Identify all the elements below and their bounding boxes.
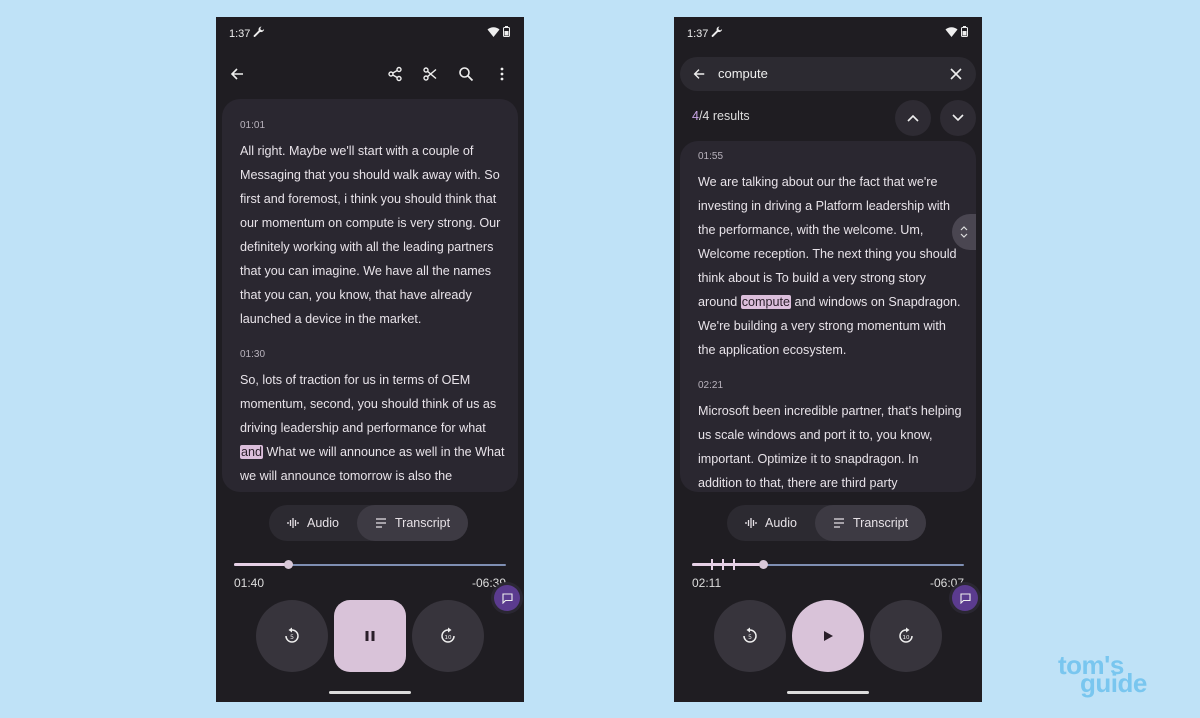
chat-bubble-button[interactable] — [952, 585, 978, 611]
chat-icon — [959, 592, 971, 604]
segment-text: We are talking about our the fact that w… — [698, 170, 964, 362]
elapsed-time: 01:40 — [234, 576, 265, 590]
progress-thumb[interactable] — [758, 560, 768, 569]
audio-tab-label: Audio — [765, 516, 797, 530]
segment-timestamp: 01:01 — [240, 120, 266, 131]
text-lines-icon — [833, 518, 844, 528]
play-icon — [824, 631, 833, 641]
recorder-search-screen: 1:37 compute 4/4 results 01:55 We are ta… — [674, 17, 982, 702]
svg-text:5: 5 — [748, 634, 752, 641]
forward-10-button[interactable]: 10 — [412, 600, 484, 672]
previous-result-button[interactable] — [895, 100, 931, 136]
toms-guide-logo: tom's guide — [1050, 650, 1180, 702]
chat-icon — [501, 592, 513, 604]
search-bar[interactable]: compute — [680, 57, 976, 91]
result-current: 4 — [692, 109, 699, 123]
elapsed-time: 02:11 — [692, 576, 722, 590]
search-highlight: and — [240, 445, 264, 459]
pause-icon — [365, 631, 375, 641]
play-button[interactable] — [792, 600, 864, 672]
audio-tab[interactable]: Audio — [727, 505, 815, 541]
wifi-icon — [945, 26, 958, 38]
search-match-marker — [711, 559, 714, 570]
status-time: 1:37 — [229, 28, 251, 40]
segment-timestamp: 02:21 — [698, 380, 724, 391]
search-highlight: compute — [740, 295, 792, 309]
transcript-tab[interactable]: Transcript — [814, 505, 927, 541]
view-toggle: Audio Transcript — [269, 505, 469, 541]
search-icon[interactable] — [454, 62, 478, 86]
wrench-icon — [252, 25, 266, 39]
clear-search-icon[interactable] — [944, 62, 968, 86]
result-total: /4 results — [698, 109, 750, 123]
transcript-segment: 02:21 Microsoft been incredible partner,… — [680, 380, 976, 492]
transcript-tab-label: Transcript — [852, 516, 909, 530]
chat-bubble-button[interactable] — [494, 585, 520, 611]
search-match-marker — [732, 559, 735, 570]
drag-handle-icon — [960, 226, 968, 238]
forward-10-button[interactable]: 10 — [870, 600, 942, 672]
transcript-card: 01:55 We are talking about our the fact … — [680, 141, 976, 492]
progress-fill — [234, 563, 289, 566]
segment-text: So, lots of traction for us in terms of … — [240, 368, 506, 488]
scissors-icon[interactable] — [418, 62, 442, 86]
rewind-5-button[interactable]: 5 — [714, 600, 786, 672]
audio-tab[interactable]: Audio — [269, 505, 357, 541]
forward-10-icon: 10 — [441, 627, 455, 643]
segment-text-after: What we will announce as well in the Wha… — [240, 445, 505, 483]
battery-icon — [503, 26, 510, 37]
search-results-count: 4/4 results — [692, 109, 750, 123]
audio-tab-label: Audio — [307, 516, 339, 530]
transcript-card: 01:01 All right. Maybe we'll start with … — [222, 99, 518, 492]
transcript-segment: 01:01 All right. Maybe we'll start with … — [222, 120, 518, 331]
battery-icon — [961, 26, 968, 37]
view-toggle: Audio Transcript — [727, 505, 927, 541]
more-options-icon[interactable] — [490, 62, 514, 86]
progress-fill — [692, 563, 763, 566]
svg-text:5: 5 — [290, 634, 294, 641]
status-time: 1:37 — [687, 28, 709, 40]
transcript-segment: 01:55 We are talking about our the fact … — [680, 151, 976, 362]
home-indicator — [787, 691, 869, 694]
waveform-icon — [745, 518, 757, 528]
segment-text: All right. Maybe we'll start with a coup… — [240, 144, 501, 326]
search-query[interactable]: compute — [718, 66, 768, 81]
segment-timestamp: 01:55 — [698, 151, 724, 162]
search-match-marker — [721, 559, 724, 570]
progress-thumb[interactable] — [284, 560, 294, 569]
replay-5-icon: 5 — [743, 627, 757, 643]
svg-text:10: 10 — [445, 635, 452, 641]
rewind-5-button[interactable]: 5 — [256, 600, 328, 672]
playback-progress[interactable] — [234, 560, 506, 569]
status-bar: 1:37 — [216, 17, 524, 51]
segment-text-before: We are talking about our the fact that w… — [698, 175, 957, 309]
transcript-tab-label: Transcript — [394, 516, 451, 530]
replay-5-icon: 5 — [285, 627, 299, 643]
text-lines-icon — [375, 518, 386, 528]
next-result-button[interactable] — [940, 100, 976, 136]
svg-text:10: 10 — [903, 635, 910, 641]
home-indicator — [329, 691, 411, 694]
playback-progress[interactable] — [692, 559, 964, 570]
forward-10-icon: 10 — [899, 627, 913, 643]
segment-text: Microsoft been incredible partner, that'… — [698, 404, 962, 490]
segment-timestamp: 01:30 — [240, 349, 266, 360]
logo-line-2: guide — [1080, 668, 1147, 698]
chevron-up-icon — [907, 114, 919, 122]
transcript-segment: 01:30 So, lots of traction for us in ter… — [222, 349, 518, 488]
back-icon[interactable] — [687, 62, 711, 86]
share-icon[interactable] — [383, 62, 407, 86]
status-bar: 1:37 — [674, 17, 982, 51]
pause-button[interactable] — [334, 600, 406, 672]
waveform-icon — [287, 518, 299, 528]
transcript-tab[interactable]: Transcript — [356, 505, 469, 541]
wifi-icon — [487, 26, 500, 38]
segment-text-before: So, lots of traction for us in terms of … — [240, 373, 497, 435]
back-icon[interactable] — [225, 62, 249, 86]
chevron-down-icon — [952, 114, 964, 122]
recorder-transcript-screen: 1:37 01:01 All right. Maybe we'll start … — [216, 17, 524, 702]
wrench-icon — [710, 25, 724, 39]
